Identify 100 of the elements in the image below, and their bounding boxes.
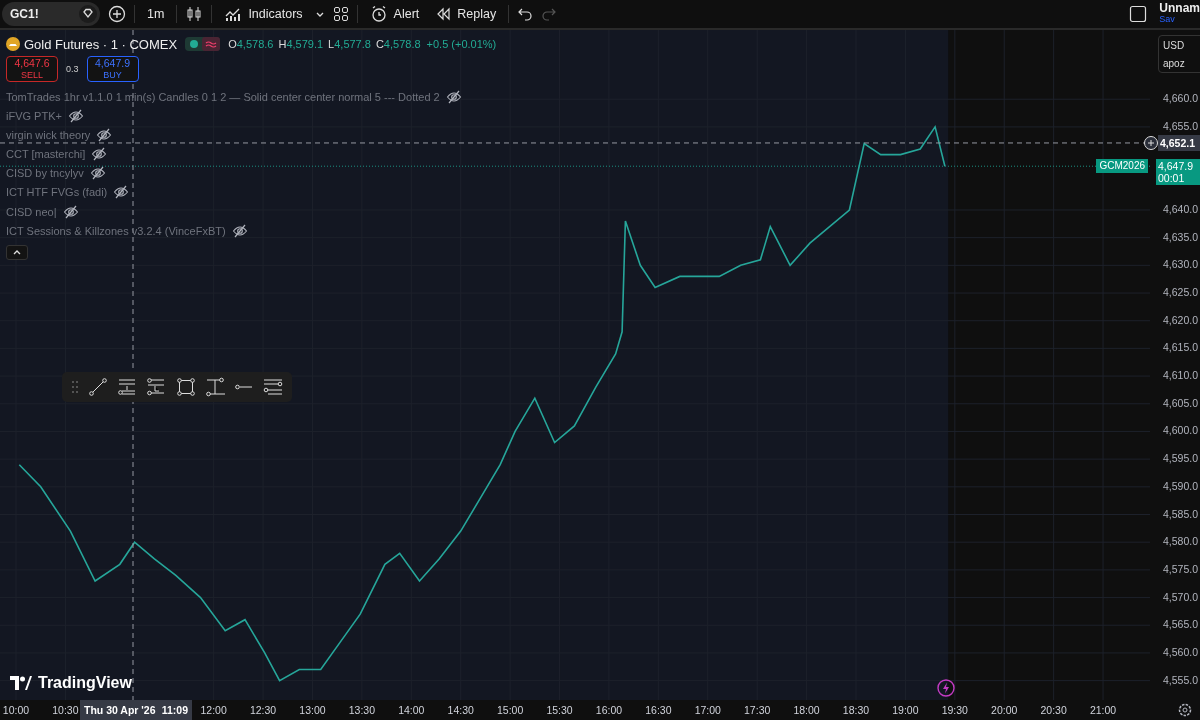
price-label: 4,585.0 <box>1162 507 1198 520</box>
buy-button[interactable]: 4,647.9 BUY <box>86 56 139 82</box>
indicator-name[interactable]: CCT [masterchi] <box>6 148 86 161</box>
price-label: 4,595.0 <box>1162 452 1198 465</box>
long-position-icon[interactable] <box>146 377 167 397</box>
price-label: 4,560.0 <box>1162 645 1198 658</box>
indicator-name[interactable]: CISD neo| <box>6 205 57 218</box>
eye-icon[interactable] <box>67 108 84 123</box>
time-label: 20:30 <box>1040 704 1067 716</box>
price-label: 4,655.0 <box>1162 119 1198 132</box>
eye-icon[interactable] <box>113 185 130 200</box>
add-icon[interactable] <box>1143 134 1159 151</box>
price-label: 4,630.0 <box>1162 258 1198 271</box>
unit-label[interactable]: apoz <box>1163 57 1200 69</box>
indicator-name[interactable]: CISD by tncylyv <box>6 167 84 180</box>
lightning-icon[interactable] <box>936 679 955 697</box>
coin-icon <box>6 37 20 51</box>
sell-button[interactable]: 4,647.6 SELL <box>6 56 58 82</box>
status-dot-icon <box>190 40 199 48</box>
price-label: 4,575.0 <box>1162 562 1198 575</box>
eye-icon[interactable] <box>62 204 79 219</box>
price-label: 4,620.0 <box>1162 313 1198 326</box>
alert-button[interactable]: Alert <box>365 3 424 25</box>
price-label: 4,555.0 <box>1162 673 1198 686</box>
indicator-name[interactable]: TomTrades 1hr v1.1.0 1 min(s) Candles 0 1 2 — Solid center center normal 5 --- Dotted 2 <box>6 90 440 103</box>
time-label: 19:00 <box>892 704 919 716</box>
crosshair-date: Thu 30 Apr '26 <box>84 704 156 716</box>
close-label: C <box>375 38 384 50</box>
high-value: 4,579.1 <box>286 38 324 50</box>
symbol-title[interactable]: Gold Futures · 1 · COMEX <box>24 36 178 52</box>
time-label: 17:00 <box>694 704 721 716</box>
time-label: 10:30 <box>52 704 79 716</box>
time-label: 15:00 <box>496 704 524 716</box>
price-label: 4,600.0 <box>1162 424 1198 437</box>
trend-line-icon[interactable] <box>87 377 108 397</box>
eye-icon[interactable] <box>91 147 108 162</box>
time-label: 18:00 <box>793 704 820 716</box>
price-label: 4,660.0 <box>1162 92 1198 105</box>
layout-grid-icon[interactable] <box>332 6 349 22</box>
rectangle-icon[interactable] <box>175 377 196 397</box>
time-label: 13:30 <box>348 704 375 716</box>
time-label: 19:30 <box>941 704 968 716</box>
layout-name[interactable]: Unnam <box>1159 3 1200 14</box>
undo-icon[interactable] <box>517 6 534 22</box>
rewind-icon <box>435 6 452 22</box>
indicator-name[interactable]: virgin wick theory <box>6 128 91 141</box>
redo-icon[interactable] <box>541 6 558 22</box>
low-label: L <box>328 38 335 50</box>
settings-icon[interactable] <box>1178 703 1192 717</box>
drag-handle-icon[interactable] <box>70 380 79 394</box>
countdown: 00:01 <box>1158 172 1186 185</box>
time-label: 15:30 <box>546 704 573 716</box>
logo-icon <box>10 676 32 690</box>
eye-icon[interactable] <box>231 223 248 238</box>
change-value: +0.5 (+0.01%) <box>426 38 497 50</box>
chevron-up-icon <box>12 248 22 256</box>
replay-button[interactable]: Replay <box>431 4 501 24</box>
wave-icon <box>202 37 221 51</box>
time-label: 12:30 <box>249 704 277 716</box>
time-label: 18:30 <box>842 704 870 716</box>
measure-icon[interactable] <box>204 377 225 397</box>
crosshair-price-label: 4,652.1 <box>1158 134 1200 151</box>
time-label: 16:30 <box>645 704 672 716</box>
price-label: 4,570.0 <box>1162 590 1198 603</box>
square-icon[interactable] <box>1129 5 1148 23</box>
currency-label[interactable]: USD <box>1163 39 1200 51</box>
price-label: 4,605.0 <box>1162 396 1198 409</box>
open-value: 4,578.6 <box>236 38 274 50</box>
indicator-name[interactable]: ICT HTF FVGs (fadi) <box>6 186 108 199</box>
brand-name: TradingView <box>38 674 132 692</box>
eye-icon[interactable] <box>96 127 113 142</box>
low-value: 4,577.8 <box>334 38 371 50</box>
time-label: 12:00 <box>200 704 227 716</box>
price-label: 4,615.0 <box>1162 341 1198 354</box>
alarm-clock-icon <box>369 5 388 23</box>
indicator-name[interactable]: iFVG PTK+ <box>6 109 62 122</box>
price-label: 4,565.0 <box>1162 618 1198 631</box>
lines-icon[interactable] <box>263 377 284 397</box>
indicator-name[interactable]: ICT Sessions & Killzones v3.2.4 (VinceFxBT) <box>6 224 226 237</box>
price-label: 4,640.0 <box>1162 202 1198 215</box>
symbol-tag: GCM2026 <box>1096 159 1148 174</box>
save-status: Sav <box>1159 14 1176 25</box>
interval-button[interactable]: 1m <box>143 5 169 23</box>
crosshair-time: 11:09 <box>161 704 188 716</box>
market-status-badge[interactable] <box>185 37 221 51</box>
eye-icon[interactable] <box>89 166 106 181</box>
last-price: 4,647.9 <box>1158 160 1195 173</box>
indicators-button[interactable]: Indicators <box>220 3 307 25</box>
candles-icon[interactable] <box>185 5 204 23</box>
eye-icon[interactable] <box>445 89 462 104</box>
time-label: 20:00 <box>991 704 1018 716</box>
time-label: 14:30 <box>447 704 474 716</box>
currency-selector[interactable]: USD apoz <box>1158 35 1200 73</box>
add-symbol-icon[interactable] <box>108 5 126 23</box>
time-label: 17:30 <box>744 704 771 716</box>
price-label: 4,625.0 <box>1162 286 1198 298</box>
symbol-search-field[interactable]: GC1! <box>2 2 100 26</box>
price-range-icon[interactable] <box>117 377 138 397</box>
price-label: 4,610.0 <box>1162 369 1198 382</box>
spread-value: 0.3 <box>66 64 79 74</box>
